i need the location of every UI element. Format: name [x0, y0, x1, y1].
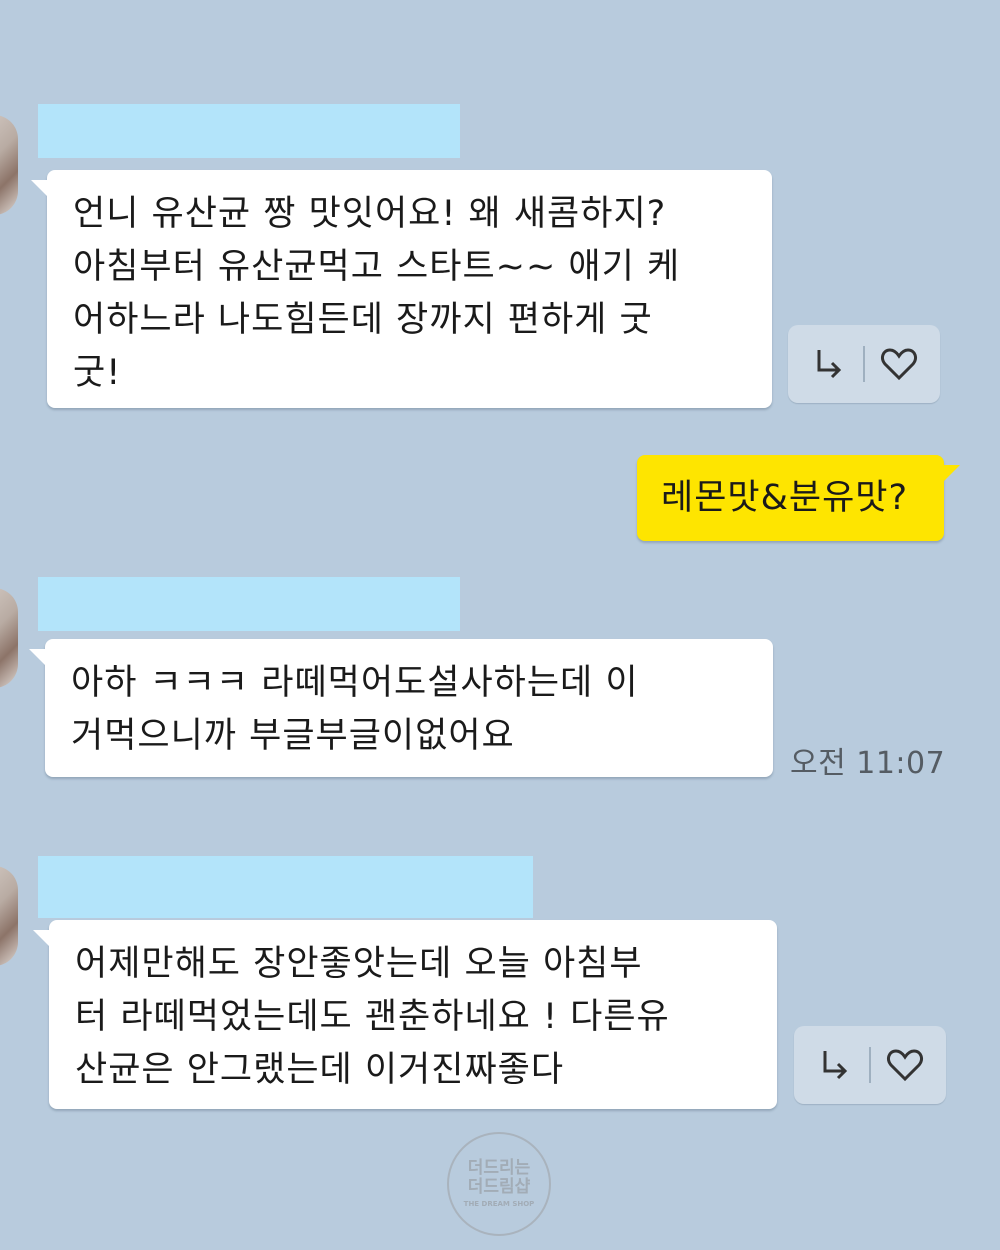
message-bubble-1[interactable]: 언니 유산균 짱 맛잇어요! 왜 새콤하지? 아침부터 유산균먹고 스타트~~ … [31, 170, 772, 408]
sender-name-redacted [38, 577, 460, 631]
watermark-line-1: 더드리는 [467, 1158, 531, 1178]
actions-divider [869, 1047, 871, 1083]
watermark-logo: 더드리는 더드림샵 THE DREAM SHOP [447, 1132, 551, 1236]
message-bubble-3[interactable]: 어제만해도 장안좋앗는데 오늘 아침부 터 라떼먹었는데도 괜춘하네요 ! 다른… [33, 920, 777, 1109]
message-timestamp: 오전 11:07 [790, 746, 946, 781]
message-actions-3 [794, 1026, 946, 1104]
heart-icon[interactable] [881, 1041, 929, 1089]
reply-arrow-icon[interactable] [811, 1041, 859, 1089]
actions-divider [863, 346, 865, 382]
heart-icon[interactable] [875, 340, 923, 388]
sender-avatar[interactable] [0, 866, 18, 966]
watermark-line-2: 더드림샵 [467, 1177, 531, 1197]
my-message-bubble[interactable]: 레몬맛&분유맛? [637, 455, 960, 541]
sender-name-redacted [38, 856, 533, 918]
reply-arrow-icon[interactable] [805, 340, 853, 388]
message-bubble-2[interactable]: 아하 ㅋㅋㅋ 라떼먹어도설사하는데 이 거먹으니까 부글부글이없어요 [29, 639, 773, 777]
sender-avatar[interactable] [0, 115, 18, 215]
sender-avatar[interactable] [0, 588, 18, 688]
watermark-line-3: THE DREAM SHOP [463, 1200, 535, 1208]
sender-name-redacted [38, 104, 460, 158]
message-actions-1 [788, 325, 940, 403]
